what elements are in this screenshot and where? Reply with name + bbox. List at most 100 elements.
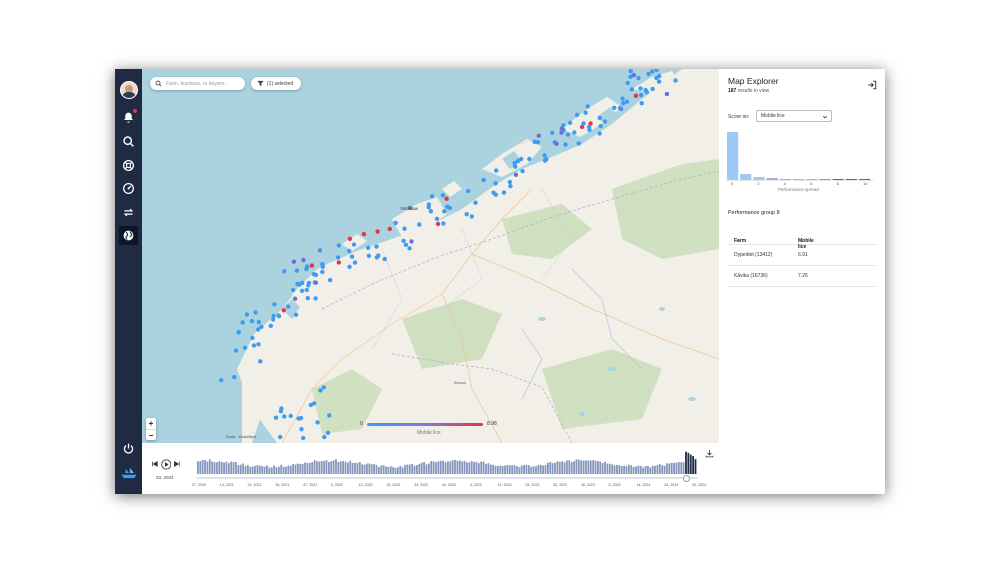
timeline-bar[interactable] [597,461,599,474]
farm-marker[interactable] [664,91,670,97]
timeline-bar[interactable] [606,463,609,474]
timeline-bar[interactable] [601,463,604,474]
timeline-bar[interactable] [489,464,492,474]
farm-marker[interactable] [301,257,306,263]
timeline-bar[interactable] [630,465,633,474]
timeline-bar[interactable] [492,464,495,474]
timeline-bar[interactable] [530,466,533,474]
timeline-bar[interactable] [363,464,366,474]
timeline-bar[interactable] [644,466,647,474]
timeline-bar[interactable] [311,462,314,474]
timeline-bar[interactable] [477,463,480,474]
farm-marker[interactable] [444,196,449,201]
timeline-bar[interactable] [330,461,333,474]
timeline-bar[interactable] [223,462,225,474]
farm-marker[interactable] [639,101,644,106]
timeline-bar[interactable] [275,467,278,474]
timeline-bar[interactable] [199,461,202,474]
timeline-bar[interactable] [475,461,478,474]
farm-marker[interactable] [242,345,248,350]
timeline-bar[interactable] [423,462,425,474]
farm-marker[interactable] [426,205,431,210]
score-select[interactable]: Mobile lice [756,110,832,122]
timeline-bar[interactable] [656,464,659,474]
farm-marker[interactable] [327,413,332,418]
farm-marker[interactable] [256,319,262,325]
farm-marker[interactable] [401,238,406,243]
timeline-bar[interactable] [208,459,211,474]
farm-marker[interactable] [292,296,298,301]
farm-marker[interactable] [631,72,636,78]
timeline-bar[interactable] [373,464,375,474]
filter-button[interactable]: (1) selected [251,77,301,90]
timeline-bar[interactable] [297,463,299,474]
timeline-bar[interactable] [570,462,573,474]
farm-marker[interactable] [638,86,643,91]
timeline-bar[interactable] [335,459,337,474]
timeline-bar[interactable] [408,464,411,474]
farm-marker[interactable] [494,168,499,173]
farm-marker[interactable] [542,153,547,158]
timeline-bar[interactable] [425,464,428,474]
farm-marker[interactable] [304,266,309,272]
farm-marker[interactable] [513,172,519,177]
farm-marker[interactable] [291,287,296,293]
skip-back-icon[interactable] [151,460,159,468]
timeline-bar[interactable] [316,461,318,474]
timeline-bar[interactable] [613,465,616,474]
farm-marker[interactable] [598,123,603,129]
timeline-bar[interactable] [682,462,685,474]
farm-marker[interactable] [583,110,588,115]
timeline-bar[interactable] [394,467,397,474]
farm-marker[interactable] [402,226,407,231]
farm-marker[interactable] [251,343,257,348]
timeline-bar[interactable] [430,460,433,474]
timeline-bar[interactable] [351,463,354,474]
timeline-bar[interactable] [620,466,623,474]
farm-marker[interactable] [327,277,333,283]
farm-marker[interactable] [366,253,372,258]
farm-marker[interactable] [657,73,662,79]
timeline-bar[interactable] [516,466,518,474]
farm-marker[interactable] [273,415,279,420]
farm-marker[interactable] [250,335,255,341]
table-row[interactable]: Kåvika (16736) 7.26 [728,266,876,287]
farm-marker[interactable] [219,378,224,383]
timeline-bar[interactable] [280,464,283,474]
lifebuoy-icon[interactable] [119,156,138,175]
histogram-bar[interactable] [727,132,739,180]
timeline-bar[interactable] [232,462,235,474]
timeline-bar[interactable] [204,460,206,474]
farm-marker[interactable] [588,121,593,126]
timeline-bar[interactable] [325,460,328,474]
farm-marker[interactable] [673,78,678,83]
farm-marker[interactable] [375,229,380,234]
close-panel-icon[interactable] [867,80,877,90]
timeline-bar[interactable] [213,462,216,474]
farm-marker[interactable] [299,288,305,293]
histogram-bar[interactable] [753,177,765,180]
farm-marker[interactable] [507,179,513,185]
timeline-bar[interactable] [508,465,511,474]
farm-marker[interactable] [282,414,287,419]
timeline-bar[interactable] [287,465,290,474]
farm-marker[interactable] [508,183,513,189]
timeline-bar[interactable] [487,463,490,474]
gauge-icon[interactable] [119,179,138,198]
timeline-bar[interactable] [692,456,695,474]
timeline-bar[interactable] [494,465,497,474]
timeline-bar[interactable] [463,460,466,474]
timeline-bar[interactable] [261,465,264,474]
timeline-bar[interactable] [337,461,340,474]
farm-marker[interactable] [520,168,525,174]
histogram-bar[interactable] [819,179,831,180]
farm-marker[interactable] [469,214,474,219]
timeline-bar[interactable] [501,465,504,474]
farm-marker[interactable] [519,156,524,162]
timeline-bar[interactable] [623,465,625,474]
timeline-bar[interactable] [663,465,666,474]
farm-marker[interactable] [574,112,580,117]
farm-marker[interactable] [441,221,446,226]
timeline-bar[interactable] [447,461,449,474]
farm-marker[interactable] [572,130,577,135]
